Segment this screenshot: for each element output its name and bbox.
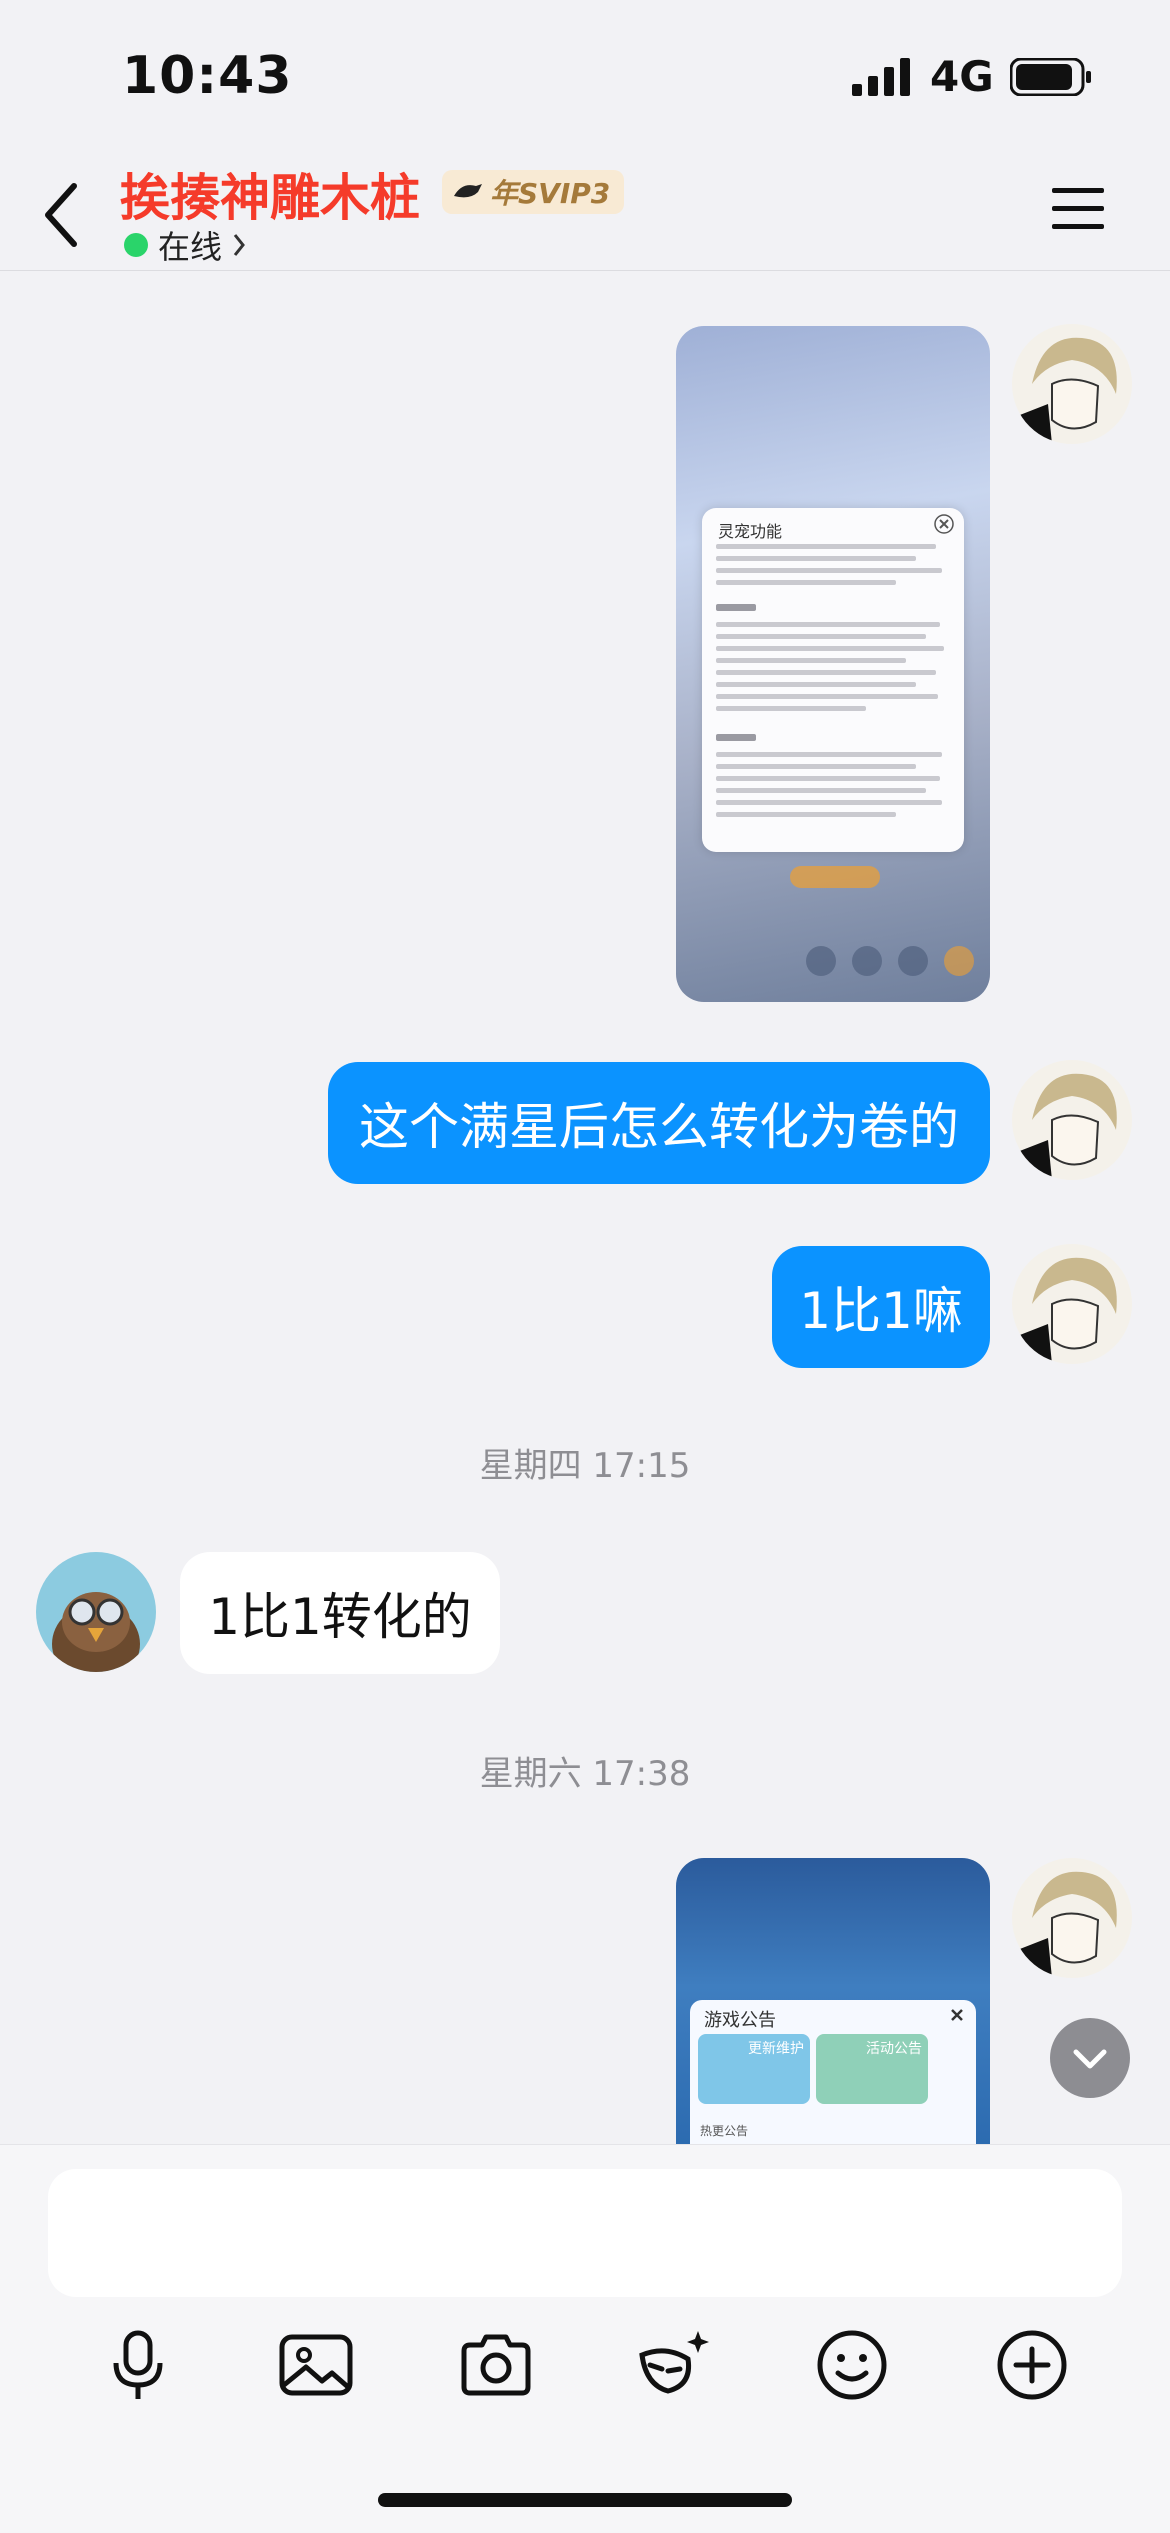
image-button-shape (790, 866, 880, 888)
presence-status[interactable]: 在线 (124, 222, 246, 268)
image-section-label: 热更公告 (700, 2124, 749, 2138)
svip-label: 年SVIP3 (490, 177, 611, 210)
image-card: 活动公告 (816, 2034, 928, 2104)
my-avatar[interactable] (1012, 1858, 1132, 1978)
home-indicator[interactable] (378, 2493, 792, 2507)
status-bar: 10:43 4G (0, 0, 1170, 150)
scroll-to-bottom-button[interactable] (1050, 2018, 1130, 2098)
contact-avatar[interactable] (36, 1552, 156, 1672)
image-panel: 灵宠功能 (702, 508, 964, 852)
menu-icon[interactable] (1050, 184, 1106, 234)
image-icon[interactable] (276, 2325, 356, 2405)
avatar-illustration (1012, 324, 1132, 444)
my-avatar[interactable] (1012, 1060, 1132, 1180)
message-bubble-sent[interactable]: 这个满星后怎么转化为卷的 (328, 1062, 990, 1184)
svip-badge[interactable]: 年SVIP3 (442, 170, 625, 214)
battery-icon (1010, 58, 1091, 96)
message-input[interactable] (48, 2169, 1122, 2297)
signal-icon (852, 58, 910, 96)
online-dot-icon (124, 233, 148, 257)
back-icon[interactable] (40, 180, 80, 250)
network-type: 4G (930, 52, 994, 101)
presence-label: 在线 (158, 228, 223, 266)
timestamp: 星期四 17:15 (479, 1446, 691, 1486)
crown-icon (454, 184, 482, 198)
image-panel-title: 灵宠功能 (718, 522, 783, 541)
my-avatar[interactable] (1012, 1244, 1132, 1364)
close-icon (951, 2009, 963, 2021)
plus-icon[interactable] (992, 2325, 1072, 2405)
message-bubble-sent[interactable]: 1比1嘛 (772, 1246, 990, 1368)
sent-screenshot-1[interactable]: 灵宠功能 (676, 326, 990, 1002)
image-card: 更新维护 (698, 2034, 810, 2104)
chevron-right-icon (233, 234, 245, 256)
camera-icon[interactable] (456, 2325, 536, 2405)
emoji-icon[interactable] (812, 2325, 892, 2405)
image-panel-title: 游戏公告 (704, 2010, 776, 2031)
image-card-label: 更新维护 (748, 2041, 804, 2057)
contact-name[interactable]: 挨揍神雕木桩 (120, 158, 420, 230)
image-card-label: 活动公告 (866, 2041, 922, 2057)
magic-mask-icon[interactable] (636, 2325, 716, 2405)
sent-screenshot-2[interactable]: 游戏公告 更新维护 活动公告 热更公告 (676, 1858, 990, 2144)
message-bubble-received[interactable]: 1比1转化的 (180, 1552, 500, 1674)
microphone-icon[interactable] (98, 2325, 178, 2405)
chat-header: 挨揍神雕木桩 年SVIP3 在线 (0, 150, 1170, 271)
chevron-down-icon (1073, 2049, 1107, 2069)
timestamp: 星期六 17:38 (479, 1754, 691, 1794)
image-panel: 游戏公告 更新维护 活动公告 热更公告 (690, 2000, 976, 2144)
my-avatar[interactable] (1012, 324, 1132, 444)
close-icon (934, 514, 954, 534)
status-time: 10:43 (122, 46, 293, 106)
input-bar (0, 2144, 1170, 2533)
